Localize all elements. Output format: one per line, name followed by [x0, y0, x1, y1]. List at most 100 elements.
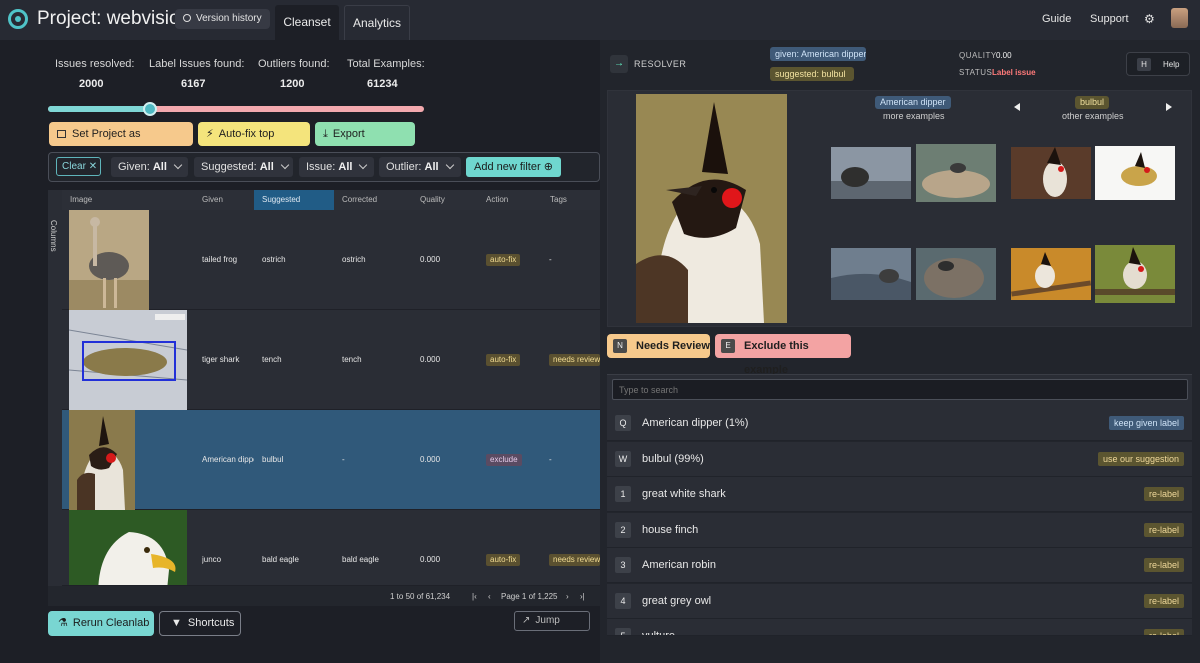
- needs-review-button[interactable]: N Needs Review: [607, 334, 710, 358]
- exclude-example-button[interactable]: E Exclude this example: [715, 334, 851, 376]
- dipper-example-2[interactable]: [916, 144, 996, 202]
- cell-given: tailed frog: [202, 255, 238, 264]
- table-row[interactable]: tiger shark tench tench 0.000 auto-fix n…: [62, 310, 600, 410]
- pager-range: 1 to 50 of 61,234: [390, 592, 451, 601]
- given-label-pill: given: American dipper: [770, 47, 866, 61]
- shortcut-key: 4: [615, 592, 631, 609]
- stat-label-issues-value: 6167: [181, 78, 206, 90]
- bulbul-example-3[interactable]: [1011, 248, 1091, 300]
- cell-suggested: ostrich: [262, 255, 286, 264]
- label-search-input[interactable]: [612, 379, 1188, 400]
- shortcut-key: 3: [615, 557, 631, 573]
- bulbul-example-2[interactable]: [1095, 146, 1175, 200]
- cell-corrected: bald eagle: [342, 555, 379, 564]
- top-bar: Project: webvision Version history Clean…: [0, 0, 1200, 40]
- arrow-right-icon[interactable]: →: [610, 55, 628, 73]
- action-badge[interactable]: exclude: [486, 454, 522, 466]
- label-option-action[interactable]: re-label: [1143, 487, 1184, 501]
- label-option-action[interactable]: re-label: [1143, 593, 1184, 608]
- auto-fix-button[interactable]: ⚡︎Auto-fix top issues: [198, 122, 310, 164]
- table-header: Image Given Suggested Corrected Quality …: [62, 190, 600, 210]
- tag-badge[interactable]: needs review: [549, 554, 600, 566]
- last-page-icon[interactable]: ›|: [580, 592, 585, 601]
- label-option[interactable]: Q American dipper (1%) keep given label: [607, 406, 1192, 441]
- header-suggested[interactable]: Suggested: [254, 190, 334, 210]
- help-label: Help: [1163, 60, 1180, 69]
- table-row[interactable]: American dipper bulbul - 0.000 exclude -: [62, 410, 600, 510]
- chevron-down-icon: [173, 160, 183, 170]
- help-key: H: [1137, 58, 1151, 71]
- label-option-name: vulture: [642, 630, 676, 636]
- clock-icon: [183, 14, 191, 22]
- label-option[interactable]: 1 great white shark re-label: [607, 477, 1192, 512]
- header-corrected[interactable]: Corrected: [334, 190, 412, 210]
- action-badge[interactable]: auto-fix: [486, 554, 521, 566]
- filter-issue-select[interactable]: Issue: All: [299, 157, 374, 177]
- shortcuts-button[interactable]: ▼ Shortcuts: [159, 611, 241, 636]
- cell-tags: -: [549, 255, 552, 264]
- bulbul-example-4[interactable]: [1095, 245, 1175, 303]
- tag-badge[interactable]: needs review: [549, 354, 600, 366]
- action-badge[interactable]: auto-fix: [486, 354, 521, 366]
- table-row[interactable]: tailed frog ostrich ostrich 0.000 auto-f…: [62, 210, 600, 310]
- label-option-action[interactable]: re-label: [1143, 558, 1184, 572]
- stat-total-label: Total Examples:: [347, 58, 425, 70]
- header-given[interactable]: Given: [194, 190, 254, 210]
- clear-filters-button[interactable]: Clear ✕: [56, 157, 101, 176]
- set-template-button[interactable]: Set Project as Template: [49, 122, 193, 164]
- chevron-down-icon: [445, 160, 454, 170]
- filter-given-select[interactable]: Given: All: [111, 157, 188, 177]
- cell-given: American dipper: [202, 455, 254, 464]
- rerun-cleanlab-button[interactable]: ⚗ Rerun Cleanlab: [48, 611, 154, 636]
- header-image[interactable]: Image: [62, 190, 194, 210]
- header-quality[interactable]: Quality: [412, 190, 478, 210]
- filter-outlier-select[interactable]: Outlier: All: [379, 157, 461, 177]
- version-history-button[interactable]: Version history: [175, 9, 270, 29]
- jump-button[interactable]: ↗ Jump: [514, 611, 590, 631]
- gear-icon[interactable]: ⚙: [1144, 12, 1155, 26]
- tab-analytics[interactable]: Analytics: [344, 5, 410, 40]
- label-option-name: great white shark: [642, 488, 726, 500]
- header-tags[interactable]: Tags: [542, 190, 600, 210]
- main-example-image[interactable]: [636, 94, 787, 323]
- first-page-icon[interactable]: |‹: [472, 592, 477, 601]
- progress-handle[interactable]: [143, 102, 157, 116]
- prev-page-icon[interactable]: ‹: [488, 592, 491, 601]
- needs-review-key: N: [613, 339, 627, 353]
- help-button[interactable]: H Help: [1126, 52, 1190, 76]
- guide-link[interactable]: Guide: [1042, 13, 1071, 25]
- status-label: STATUS: [959, 68, 993, 77]
- label-option-action[interactable]: re-label: [1143, 629, 1184, 635]
- tab-cleanset[interactable]: Cleanset: [275, 5, 339, 40]
- columns-toggle[interactable]: Columns: [48, 190, 62, 586]
- label-option[interactable]: 2 house finch re-label: [607, 512, 1192, 548]
- label-option[interactable]: 5 vulture re-label: [607, 619, 1192, 636]
- suggested-label-pill: suggested: bulbul: [770, 67, 854, 81]
- row-thumbnail-tench: [69, 310, 187, 410]
- label-option[interactable]: 3 American robin re-label: [607, 548, 1192, 583]
- cell-suggested: bulbul: [262, 455, 284, 464]
- action-badge[interactable]: auto-fix: [486, 254, 521, 266]
- export-cleanset-button[interactable]: ⤓Export Cleanset: [315, 122, 415, 164]
- label-option-action[interactable]: keep given label: [1108, 416, 1184, 430]
- label-option-action[interactable]: use our suggestion: [1097, 451, 1184, 466]
- label-option[interactable]: Wbulbul (99%) use our suggestion: [607, 441, 1192, 477]
- support-link[interactable]: Support: [1090, 13, 1129, 25]
- avatar[interactable]: [1171, 8, 1188, 28]
- label-option-action[interactable]: re-label: [1143, 522, 1184, 537]
- dipper-example-1[interactable]: [831, 147, 911, 199]
- bulbul-example-1[interactable]: [1011, 147, 1091, 199]
- dipper-example-3[interactable]: [831, 248, 911, 300]
- plus-circle-icon: ⊕: [543, 161, 553, 173]
- filter-suggested-select[interactable]: Suggested: All: [194, 157, 293, 177]
- chevron-left-icon[interactable]: [1014, 103, 1020, 111]
- stat-issues-resolved-label: Issues resolved:: [55, 58, 135, 70]
- next-page-icon[interactable]: ›: [566, 592, 569, 601]
- chevron-right-icon[interactable]: [1166, 103, 1172, 111]
- add-filter-button[interactable]: Add new filter ⊕: [466, 157, 561, 177]
- header-action[interactable]: Action: [478, 190, 542, 210]
- label-option[interactable]: 4 great grey owl re-label: [607, 583, 1192, 619]
- flask-icon: ⚗: [58, 617, 68, 629]
- table-row[interactable]: junco bald eagle bald eagle 0.000 auto-f…: [62, 510, 600, 586]
- dipper-example-4[interactable]: [916, 248, 996, 300]
